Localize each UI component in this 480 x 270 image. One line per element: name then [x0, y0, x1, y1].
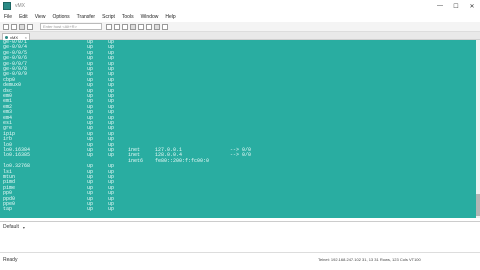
terminal-line: esi up up [0, 121, 476, 126]
host-address-input[interactable]: Enter host <Alt+R> [40, 23, 102, 30]
terminal-line: mtun up up [0, 175, 476, 180]
disconnect-icon[interactable] [27, 23, 33, 30]
terminal-line: ge-0/0/4 up up [0, 45, 476, 50]
copy-icon[interactable] [106, 23, 112, 30]
keymap-icon[interactable] [146, 23, 152, 30]
status-connection-info: Telnet: 192.168.247.102 31, 13 31 Rows, … [318, 257, 421, 262]
quick-connect-icon[interactable] [11, 23, 17, 30]
command-window-bar[interactable]: Default ▾ [0, 221, 480, 232]
print-icon[interactable] [130, 23, 136, 30]
menu-tools[interactable]: Tools [122, 14, 134, 20]
terminal-line: ge-0/0/8 up up [0, 67, 476, 72]
terminal-line: inet6 fe80::200:f:fc00:0 [0, 157, 476, 164]
session-status-icon [5, 35, 8, 39]
menu-help[interactable]: Help [165, 14, 175, 20]
menu-view[interactable]: View [35, 14, 46, 20]
terminal-line: ge-0/0/5 up up [0, 50, 476, 56]
paste-icon[interactable] [114, 23, 120, 30]
terminal-line: ge-0/0/1 up up [0, 40, 476, 45]
terminal-line: ge-0/0/7 up up [0, 61, 476, 67]
terminal-line: ipip up up [0, 131, 476, 137]
terminal-line: demux0 up up [0, 83, 476, 88]
scrollbar-thumb[interactable] [476, 194, 480, 216]
terminal-line: lo0.16385 up up inet 128.0.0.4 --> 0/0 [0, 153, 476, 158]
window-controls: — ☐ ✕ [432, 0, 480, 12]
link-status: up [108, 152, 115, 159]
terminal-line: ge-0/0/6 up up [0, 56, 476, 61]
sftp-icon[interactable] [154, 23, 160, 30]
session-tab[interactable]: vMX × [2, 33, 30, 40]
terminal-output[interactable]: ge-0/0/1 up up ge-0/0/4 up up ge-0/0/5 up up ge-0… [0, 40, 476, 218]
interface-name: lo0.16385 [3, 152, 31, 159]
interface-name: tap [3, 206, 13, 213]
menu-bar: File Edit View Options Transfer Script T… [0, 12, 480, 22]
admin-status: up [87, 206, 94, 213]
reconnect-icon[interactable] [19, 23, 25, 30]
terminal-line: gre up up [0, 126, 476, 131]
title-bar: vMX — ☐ ✕ [0, 0, 480, 12]
terminal-line: dsc up up [0, 88, 476, 94]
minimize-button[interactable]: — [432, 0, 448, 12]
terminal-line: lo0.32768 up up [0, 164, 476, 169]
menu-options[interactable]: Options [52, 14, 69, 20]
maximize-button[interactable]: ☐ [448, 0, 464, 12]
terminal-line: em2 up up [0, 104, 476, 110]
link-status: up [108, 206, 115, 213]
terminal-line: irb up up [0, 137, 476, 142]
remote-address: --> 0/0 [230, 152, 252, 159]
close-button[interactable]: ✕ [464, 0, 480, 12]
terminal-line: em0 up up [0, 94, 476, 99]
terminal-line: ppe0 up up [0, 202, 476, 207]
status-ready: Ready [3, 257, 18, 263]
protocol: inet6 [128, 157, 144, 164]
terminal-line: em4 up up [0, 115, 476, 121]
window-title: vMX [15, 3, 25, 9]
toolbar: Enter host <Alt+R> [0, 22, 480, 32]
terminal-line: em1 up up [0, 99, 476, 104]
connect-icon[interactable] [3, 23, 9, 30]
toolbar-group [106, 23, 170, 30]
terminal-line: ppd0 up up [0, 196, 476, 202]
admin-status: up [87, 152, 94, 159]
terminal-line: pime up up [0, 185, 476, 191]
menu-script[interactable]: Script [102, 14, 115, 20]
tab-close-icon[interactable]: × [25, 35, 27, 40]
find-icon[interactable] [122, 23, 128, 30]
terminal-line: lsi up up [0, 169, 476, 175]
terminal-line: cbp0 up up [0, 77, 476, 83]
chevron-down-icon[interactable]: ▾ [23, 225, 25, 230]
terminal-line: em3 up up [0, 110, 476, 115]
app-icon [3, 2, 11, 10]
terminal-line: pimd up up [0, 180, 476, 185]
command-window-area[interactable] [0, 232, 480, 252]
terminal-scrollbar[interactable] [476, 40, 480, 218]
local-address: fe80::200:f:fc00:0 [155, 157, 210, 164]
terminal-line: ge-0/0/9 up up [0, 72, 476, 77]
tab-bar: vMX × [0, 32, 480, 40]
settings-icon[interactable] [138, 23, 144, 30]
help-icon[interactable] [162, 23, 168, 30]
menu-file[interactable]: File [4, 14, 12, 20]
menu-transfer[interactable]: Transfer [77, 14, 95, 20]
menu-window[interactable]: Window [141, 14, 159, 20]
tab-label: vMX [10, 34, 18, 40]
terminal-line: pp0 up up [0, 191, 476, 196]
status-bar: Ready Telnet: 192.168.247.102 31, 13 31 … [0, 252, 480, 270]
terminal-line: tap up up [0, 207, 476, 212]
command-target-label: Default [3, 224, 19, 230]
menu-edit[interactable]: Edit [19, 14, 28, 20]
